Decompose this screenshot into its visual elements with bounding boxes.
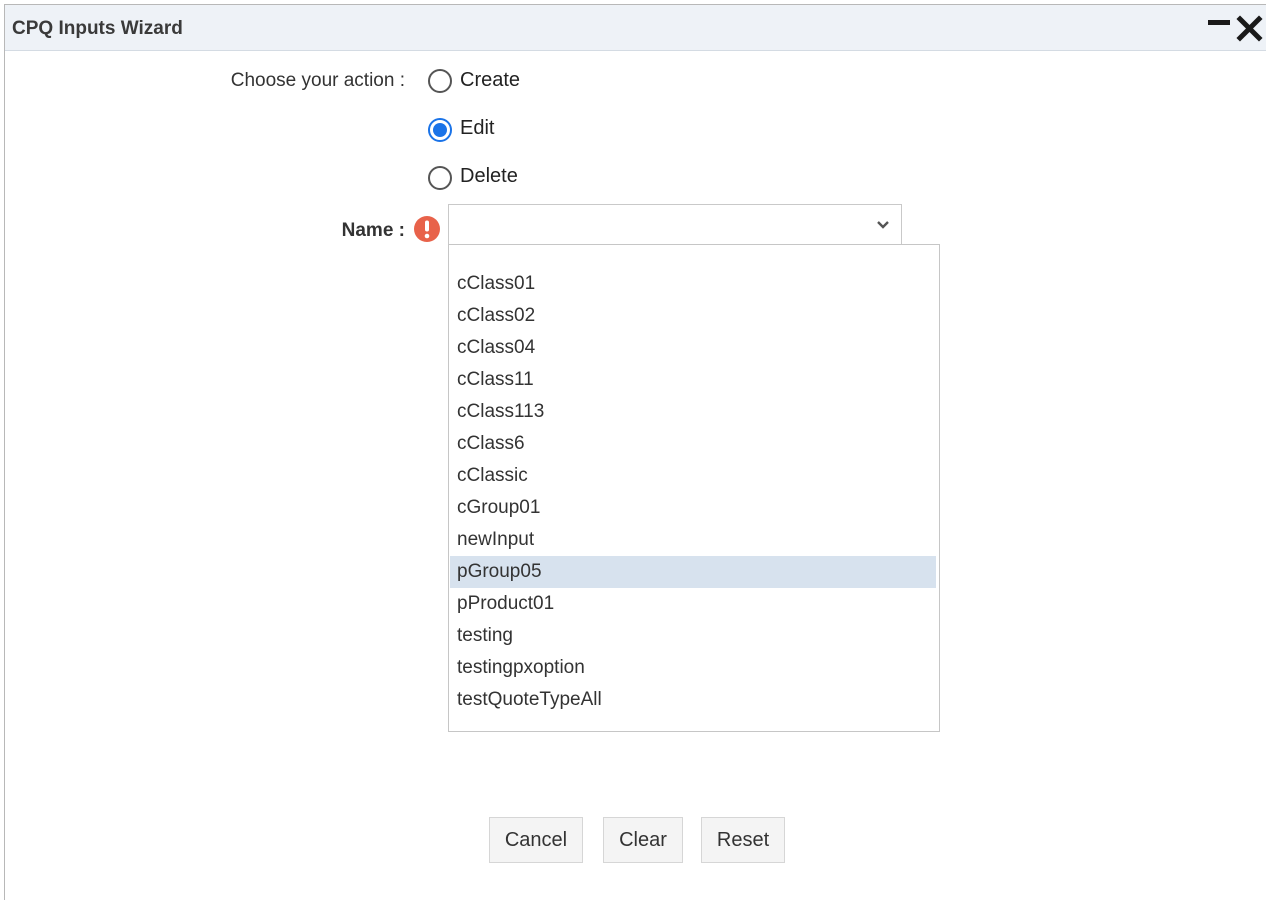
radio-delete-label[interactable]: Delete xyxy=(460,165,518,188)
dropdown-option[interactable]: pProduct01 xyxy=(450,588,936,620)
radio-create-label[interactable]: Create xyxy=(460,69,520,92)
radio-edit[interactable] xyxy=(428,118,452,142)
minimize-icon[interactable] xyxy=(1205,13,1235,43)
name-label: Name : xyxy=(341,220,405,241)
clear-button[interactable]: Clear xyxy=(603,817,683,863)
dropdown-option[interactable]: cClassic xyxy=(450,460,936,492)
radio-delete[interactable] xyxy=(428,166,452,190)
dropdown-option[interactable]: pGroup05 xyxy=(450,556,936,588)
dropdown-option[interactable]: cClass6 xyxy=(450,428,936,460)
dropdown-option[interactable]: cGroup01 xyxy=(450,492,936,524)
dropdown-option[interactable]: cClass113 xyxy=(450,396,936,428)
dropdown-option-empty[interactable] xyxy=(450,248,936,268)
reset-button[interactable]: Reset xyxy=(701,817,785,863)
dropdown-option[interactable]: testQuoteTypeAll xyxy=(450,684,936,716)
dropdown-option[interactable]: cClass01 xyxy=(450,268,936,300)
radio-edit-label[interactable]: Edit xyxy=(460,117,494,140)
action-label: Choose your action : xyxy=(230,70,405,91)
name-select[interactable] xyxy=(448,204,902,246)
dropdown-option[interactable]: cClass04 xyxy=(450,332,936,364)
dropdown-option[interactable]: cClass02 xyxy=(450,300,936,332)
title-bar: CPQ Inputs Wizard xyxy=(5,5,1266,51)
dropdown-option[interactable]: testing xyxy=(450,620,936,652)
close-icon[interactable] xyxy=(1235,13,1265,43)
cancel-button[interactable]: Cancel xyxy=(489,817,583,863)
dropdown-option[interactable]: cClass11 xyxy=(450,364,936,396)
required-error-icon xyxy=(413,215,441,243)
dropdown-option[interactable]: testingpxoption xyxy=(450,652,936,684)
radio-create[interactable] xyxy=(428,69,452,93)
chevron-down-icon[interactable] xyxy=(875,218,891,232)
name-dropdown-list: cClass01 cClass02 cClass04 cClass11 cClass11… xyxy=(448,244,940,732)
dialog-title: CPQ Inputs Wizard xyxy=(12,18,183,39)
dropdown-option[interactable]: newInput xyxy=(450,524,936,556)
